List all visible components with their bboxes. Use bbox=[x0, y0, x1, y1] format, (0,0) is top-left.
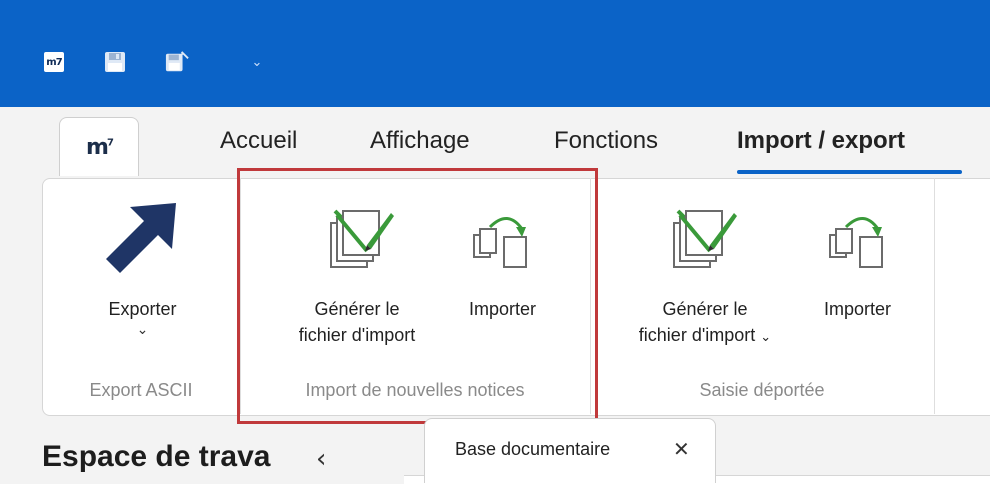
generate-import-file-button[interactable]: Générer le fichier d'import bbox=[272, 296, 442, 348]
import-documents-icon bbox=[470, 213, 534, 274]
save-as-icon[interactable] bbox=[165, 50, 189, 74]
tab-affichage[interactable]: Affichage bbox=[370, 127, 470, 155]
customize-quick-access-button[interactable]: ⌄ bbox=[245, 50, 269, 74]
import-deported-button[interactable]: Importer bbox=[800, 296, 915, 322]
import-button[interactable]: Importer bbox=[445, 296, 560, 322]
arrow-up-right-icon bbox=[106, 201, 178, 278]
workspace-title: Espace de trava bbox=[42, 440, 271, 473]
generate-label-line1: Générer le bbox=[662, 299, 748, 319]
collapse-panel-button[interactable]: ‹ bbox=[316, 444, 326, 474]
group-divider bbox=[934, 178, 935, 414]
chevron-down-icon: ⌄ bbox=[136, 322, 149, 338]
group-divider bbox=[590, 178, 591, 414]
generate-import-file-deported-button[interactable]: Générer le fichier d'import ⌄ bbox=[610, 296, 800, 351]
app-mini-logo: m7 bbox=[44, 52, 64, 72]
tab-fonctions[interactable]: Fonctions bbox=[554, 127, 658, 155]
document-tab-label: Base documentaire bbox=[455, 439, 611, 459]
title-bar: m7 ⌄ bbox=[0, 0, 990, 107]
group-label-saisie-deportee: Saisie déportée bbox=[699, 380, 825, 400]
generate-import-file-icon bbox=[327, 205, 395, 276]
app-logo: m7 bbox=[86, 134, 114, 160]
import-documents-icon bbox=[826, 213, 890, 274]
group-divider bbox=[240, 178, 241, 414]
tab-base-documentaire[interactable]: Base documentaire ✕ bbox=[424, 418, 716, 483]
save-icon[interactable] bbox=[103, 50, 127, 74]
app-menu-button[interactable]: m7 bbox=[59, 117, 139, 176]
export-button[interactable]: Exporter ⌄ bbox=[85, 296, 200, 338]
tab-accueil[interactable]: Accueil bbox=[220, 127, 297, 155]
chevron-down-icon: ⌄ bbox=[251, 54, 263, 70]
generate-label-line1: Générer le bbox=[314, 299, 400, 319]
generate-label-line2: fichier d'import bbox=[298, 325, 416, 345]
import-label: Importer bbox=[823, 299, 892, 319]
generate-import-file-icon bbox=[670, 205, 738, 276]
group-label-export-ascii: Export ASCII bbox=[89, 380, 193, 400]
chevron-down-icon: ⌄ bbox=[760, 330, 772, 345]
export-label: Exporter bbox=[108, 299, 177, 319]
active-tab-indicator bbox=[737, 170, 962, 174]
import-label: Importer bbox=[468, 299, 537, 319]
generate-label-line2: fichier d'import bbox=[638, 325, 756, 345]
tab-import-export[interactable]: Import / export bbox=[737, 127, 905, 155]
close-icon[interactable]: ✕ bbox=[673, 437, 690, 461]
group-label-import-nouvelles-notices: Import de nouvelles notices bbox=[305, 380, 525, 400]
m7-icon[interactable]: m7 bbox=[42, 50, 66, 74]
